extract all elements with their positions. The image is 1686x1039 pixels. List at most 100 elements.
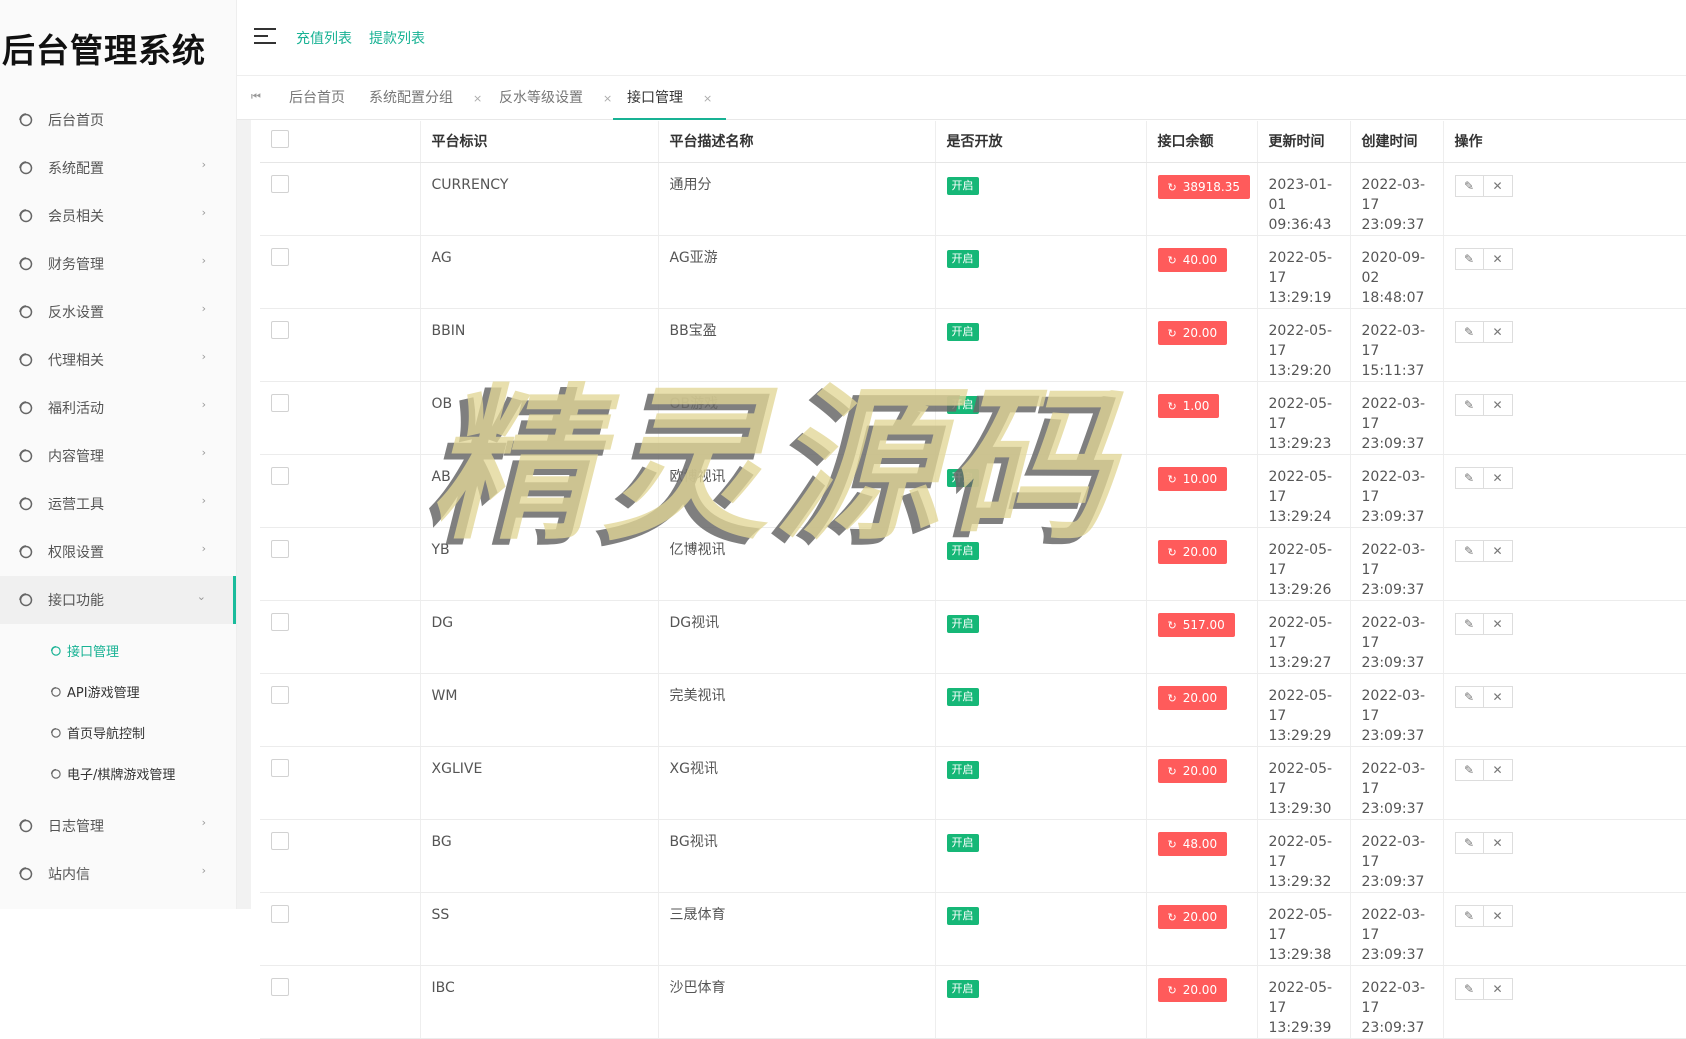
platform-name: BG视讯 <box>658 819 935 892</box>
tab-home[interactable]: 后台首页 <box>275 76 359 120</box>
row-checkbox[interactable] <box>271 832 289 850</box>
edit-icon[interactable]: ✎ <box>1455 759 1484 781</box>
row-checkbox[interactable] <box>271 540 289 558</box>
edit-icon[interactable]: ✎ <box>1455 467 1484 489</box>
balance-button[interactable]: ↻20.00 <box>1158 686 1228 710</box>
row-checkbox[interactable] <box>271 321 289 339</box>
balance-value: 40.00 <box>1183 253 1217 267</box>
close-icon[interactable]: × <box>473 92 482 105</box>
status-badge[interactable]: 开启 <box>947 615 979 633</box>
status-badge[interactable]: 开启 <box>947 250 979 268</box>
close-icon[interactable]: ✕ <box>1484 832 1513 854</box>
close-icon[interactable]: ✕ <box>1484 978 1513 1000</box>
close-icon[interactable]: ✕ <box>1484 394 1513 416</box>
balance-button[interactable]: ↻517.00 <box>1158 613 1235 637</box>
sidebar-item[interactable]: 日志管理› <box>0 802 236 850</box>
platform-code: AB <box>420 454 658 527</box>
status-badge[interactable]: 开启 <box>947 177 979 195</box>
balance-button[interactable]: ↻20.00 <box>1158 321 1228 345</box>
close-icon[interactable]: × <box>703 92 712 105</box>
edit-icon[interactable]: ✎ <box>1455 905 1484 927</box>
submenu-item[interactable]: 电子/棋牌游戏管理 <box>0 753 236 794</box>
row-checkbox[interactable] <box>271 759 289 777</box>
sidebar-item[interactable]: 权限设置› <box>0 528 236 576</box>
sidebar-item[interactable]: 内容管理› <box>0 432 236 480</box>
row-checkbox[interactable] <box>271 394 289 412</box>
tab-prev-icon[interactable]: ⏮ <box>251 90 261 104</box>
status-badge[interactable]: 开启 <box>947 396 979 414</box>
status-cell: 开启 <box>935 673 1146 746</box>
close-icon[interactable]: ✕ <box>1484 686 1513 708</box>
sidebar-item[interactable]: 接口功能⌄ <box>0 576 236 624</box>
status-badge[interactable]: 开启 <box>947 542 979 560</box>
close-icon[interactable]: ✕ <box>1484 759 1513 781</box>
sidebar-item-label: 福利活动 <box>48 398 104 418</box>
row-checkbox[interactable] <box>271 686 289 704</box>
actions-cell: ✎✕ <box>1443 892 1686 965</box>
sidebar-item[interactable]: 运营工具› <box>0 480 236 528</box>
status-badge[interactable]: 开启 <box>947 688 979 706</box>
status-badge[interactable]: 开启 <box>947 980 979 998</box>
created-date: 2022-03-17 <box>1362 686 1443 726</box>
balance-button[interactable]: ↻20.00 <box>1158 759 1228 783</box>
edit-icon[interactable]: ✎ <box>1455 613 1484 635</box>
edit-icon[interactable]: ✎ <box>1455 248 1484 270</box>
balance-button[interactable]: ↻20.00 <box>1158 540 1228 564</box>
close-icon[interactable]: ✕ <box>1484 540 1513 562</box>
balance-button[interactable]: ↻20.00 <box>1158 905 1228 929</box>
sidebar-item[interactable]: 站内信› <box>0 850 236 898</box>
row-checkbox[interactable] <box>271 978 289 996</box>
tab-label: 后台首页 <box>289 90 345 106</box>
select-all-checkbox[interactable] <box>271 130 289 148</box>
edit-icon[interactable]: ✎ <box>1455 686 1484 708</box>
sidebar-item[interactable]: 代理相关› <box>0 336 236 384</box>
tab-config-group[interactable]: 系统配置分组× <box>355 76 496 120</box>
sidebar-item[interactable]: 福利活动› <box>0 384 236 432</box>
refresh-icon: ↻ <box>1168 546 1177 559</box>
edit-icon[interactable]: ✎ <box>1455 832 1484 854</box>
status-badge[interactable]: 开启 <box>947 834 979 852</box>
close-icon[interactable]: ✕ <box>1484 467 1513 489</box>
created-date: 2022-03-17 <box>1362 394 1443 434</box>
status-badge[interactable]: 开启 <box>947 761 979 779</box>
row-checkbox[interactable] <box>271 248 289 266</box>
balance-button[interactable]: ↻1.00 <box>1158 394 1220 418</box>
sidebar-item[interactable]: 反水设置› <box>0 288 236 336</box>
recharge-list-link[interactable]: 充值列表 <box>296 28 352 48</box>
tab-rebate-level[interactable]: 反水等级设置× <box>485 76 626 120</box>
sidebar-item[interactable]: 财务管理› <box>0 240 236 288</box>
edit-icon[interactable]: ✎ <box>1455 394 1484 416</box>
status-badge[interactable]: 开启 <box>947 469 979 487</box>
row-checkbox[interactable] <box>271 613 289 631</box>
balance-button[interactable]: ↻40.00 <box>1158 248 1228 272</box>
row-checkbox[interactable] <box>271 467 289 485</box>
status-badge[interactable]: 开启 <box>947 323 979 341</box>
sidebar-item[interactable]: 会员相关› <box>0 192 236 240</box>
balance-button[interactable]: ↻48.00 <box>1158 832 1228 856</box>
edit-icon[interactable]: ✎ <box>1455 321 1484 343</box>
status-badge[interactable]: 开启 <box>947 907 979 925</box>
close-icon[interactable]: ✕ <box>1484 175 1513 197</box>
withdraw-list-link[interactable]: 提款列表 <box>369 28 425 48</box>
edit-icon[interactable]: ✎ <box>1455 540 1484 562</box>
row-checkbox[interactable] <box>271 905 289 923</box>
tab-interface-manage[interactable]: 接口管理× <box>613 76 726 120</box>
sidebar-item-label: 反水设置 <box>48 302 104 322</box>
balance-button[interactable]: ↻38918.35 <box>1158 175 1250 199</box>
balance-button[interactable]: ↻10.00 <box>1158 467 1228 491</box>
submenu-item[interactable]: 接口管理 <box>0 630 236 671</box>
sidebar-item[interactable]: 系统配置› <box>0 144 236 192</box>
close-icon[interactable]: ✕ <box>1484 321 1513 343</box>
close-icon[interactable]: ✕ <box>1484 613 1513 635</box>
edit-icon[interactable]: ✎ <box>1455 978 1484 1000</box>
close-icon[interactable]: ✕ <box>1484 905 1513 927</box>
edit-icon[interactable]: ✎ <box>1455 175 1484 197</box>
submenu-item[interactable]: API游戏管理 <box>0 671 236 712</box>
balance-button[interactable]: ↻20.00 <box>1158 978 1228 1002</box>
row-checkbox[interactable] <box>271 175 289 193</box>
close-icon[interactable]: ✕ <box>1484 248 1513 270</box>
menu-toggle-icon[interactable] <box>254 28 276 44</box>
sidebar-item[interactable]: 后台首页 <box>0 96 236 144</box>
submenu-item[interactable]: 首页导航控制 <box>0 712 236 753</box>
close-icon[interactable]: × <box>603 92 612 105</box>
